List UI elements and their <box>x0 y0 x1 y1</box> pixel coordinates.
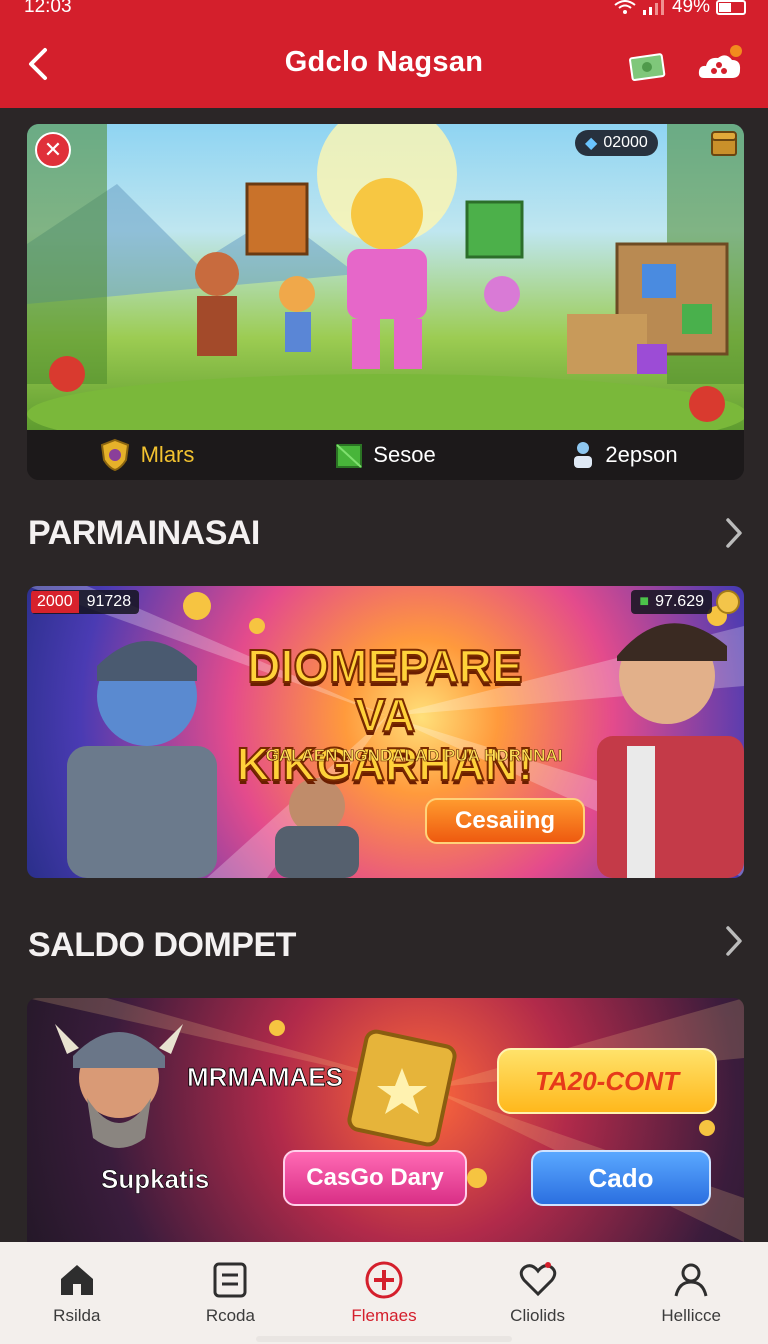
plus-circle-icon <box>365 1261 403 1299</box>
badge-2000: 2000 <box>31 591 79 613</box>
home-indicator[interactable] <box>256 1336 512 1342</box>
right-value: 97.629 <box>655 593 704 610</box>
nav-label: Rcoda <box>205 1306 255 1325</box>
tab-2epson[interactable]: 2epson <box>505 440 744 470</box>
app-bar: 12:03 49% Gdclo Nagsan <box>0 0 768 108</box>
nav-item-rsilda[interactable]: Rsilda <box>0 1242 154 1344</box>
banknote-icon[interactable] <box>628 48 668 84</box>
tab-mlars[interactable]: Mlars <box>27 438 266 472</box>
gem-icon: ◆ <box>585 135 598 152</box>
signal-icon <box>642 0 664 15</box>
promo-cta-button[interactable]: Cesaiing <box>425 798 585 844</box>
nav-item-flemaes[interactable]: Flemaes <box>307 1242 461 1344</box>
close-icon: ✕ <box>43 137 63 162</box>
cado-button[interactable]: Cado <box>531 1150 711 1206</box>
badge-pill-left: 2000 91728 <box>31 590 140 614</box>
speech-bubble: TA20-CONT <box>497 1048 717 1114</box>
nav-item-hellicce[interactable]: Hellicce <box>614 1242 768 1344</box>
cube-icon <box>336 444 363 468</box>
nav-item-cliolids[interactable]: Cliolids <box>461 1242 615 1344</box>
profile-icon <box>674 1263 708 1297</box>
left-value: 91728 <box>86 593 132 610</box>
featured-game-banner[interactable]: ✕ ◆ 02000 Mlars Sesoe 2epson <box>27 124 744 480</box>
player-caption: Supkatis <box>101 1164 210 1195</box>
nav-label: Flemaes <box>351 1306 417 1325</box>
player-name: MRMAMAES <box>187 1062 344 1093</box>
home-icon <box>60 1265 93 1295</box>
tab-sesoe[interactable]: Sesoe <box>266 441 505 469</box>
bottom-nav: Rsilda Rcoda Flemaes Cliolids Hellicce <box>0 1242 768 1344</box>
tab-2epson-label: 2epson <box>605 442 678 467</box>
tab-sesoe-label: Sesoe <box>373 442 436 467</box>
casgo-dary-button[interactable]: CasGo Dary <box>283 1150 467 1206</box>
coin-counter-value: 02000 <box>603 134 648 151</box>
tab-mlars-label: Mlars <box>140 442 195 467</box>
badge-pill-right: ■ 97.629 <box>631 590 712 614</box>
section-title-parmainasai: PARMAINASAI <box>28 514 260 552</box>
promo-headline-line1: DIOMEPARE <box>246 640 523 692</box>
close-button[interactable]: ✕ <box>35 132 71 168</box>
nav-label: Cliolids <box>510 1306 565 1325</box>
nav-label: Hellicce <box>661 1306 721 1325</box>
section-title-saldo-dompet: SALDO DOMPET <box>28 926 296 964</box>
promo-banner[interactable]: 2000 91728 ■ 97.629 DIOMEPARE VA KIKGARH… <box>27 586 744 878</box>
heart-icon <box>519 1262 556 1297</box>
chevron-right-icon[interactable] <box>722 516 746 550</box>
nav-label: Rsilda <box>53 1306 101 1325</box>
chevron-right-icon[interactable] <box>722 924 746 958</box>
nav-item-rcoda[interactable]: Rcoda <box>154 1242 308 1344</box>
promo-headline-line2: VA KIKGARHAN! <box>236 688 534 790</box>
card-icon <box>213 1262 247 1298</box>
battery-percent: 49% <box>671 0 710 17</box>
cube-icon: ■ <box>639 593 650 610</box>
game-tabs: Mlars Sesoe 2epson <box>27 430 744 480</box>
promo-subtitle: GALAEN NGNDALAD PUA HDRNNAI <box>265 746 563 766</box>
coin-counter: ◆ 02000 <box>575 130 658 156</box>
wifi-icon <box>614 0 636 14</box>
battery-icon <box>716 0 746 15</box>
app-screen: 12:03 49% Gdclo Nagsan ✕ ◆ 02000 Mlars S… <box>0 0 768 1344</box>
cloud-notification-icon[interactable] <box>696 44 744 84</box>
shield-icon <box>100 438 129 472</box>
status-time: 12:03 <box>24 0 72 17</box>
status-bar: 12:03 49% <box>0 0 768 22</box>
coin-icon <box>716 590 740 614</box>
promo-headline: DIOMEPARE VA KIKGARHAN! <box>205 640 565 790</box>
status-icons: 49% <box>614 0 746 18</box>
game-artwork <box>27 124 744 430</box>
chest-icon[interactable] <box>709 128 739 158</box>
person-icon <box>574 442 593 468</box>
wallet-banner[interactable]: MRMAMAES Supkatis TA20-CONT CasGo Dary C… <box>27 998 744 1242</box>
